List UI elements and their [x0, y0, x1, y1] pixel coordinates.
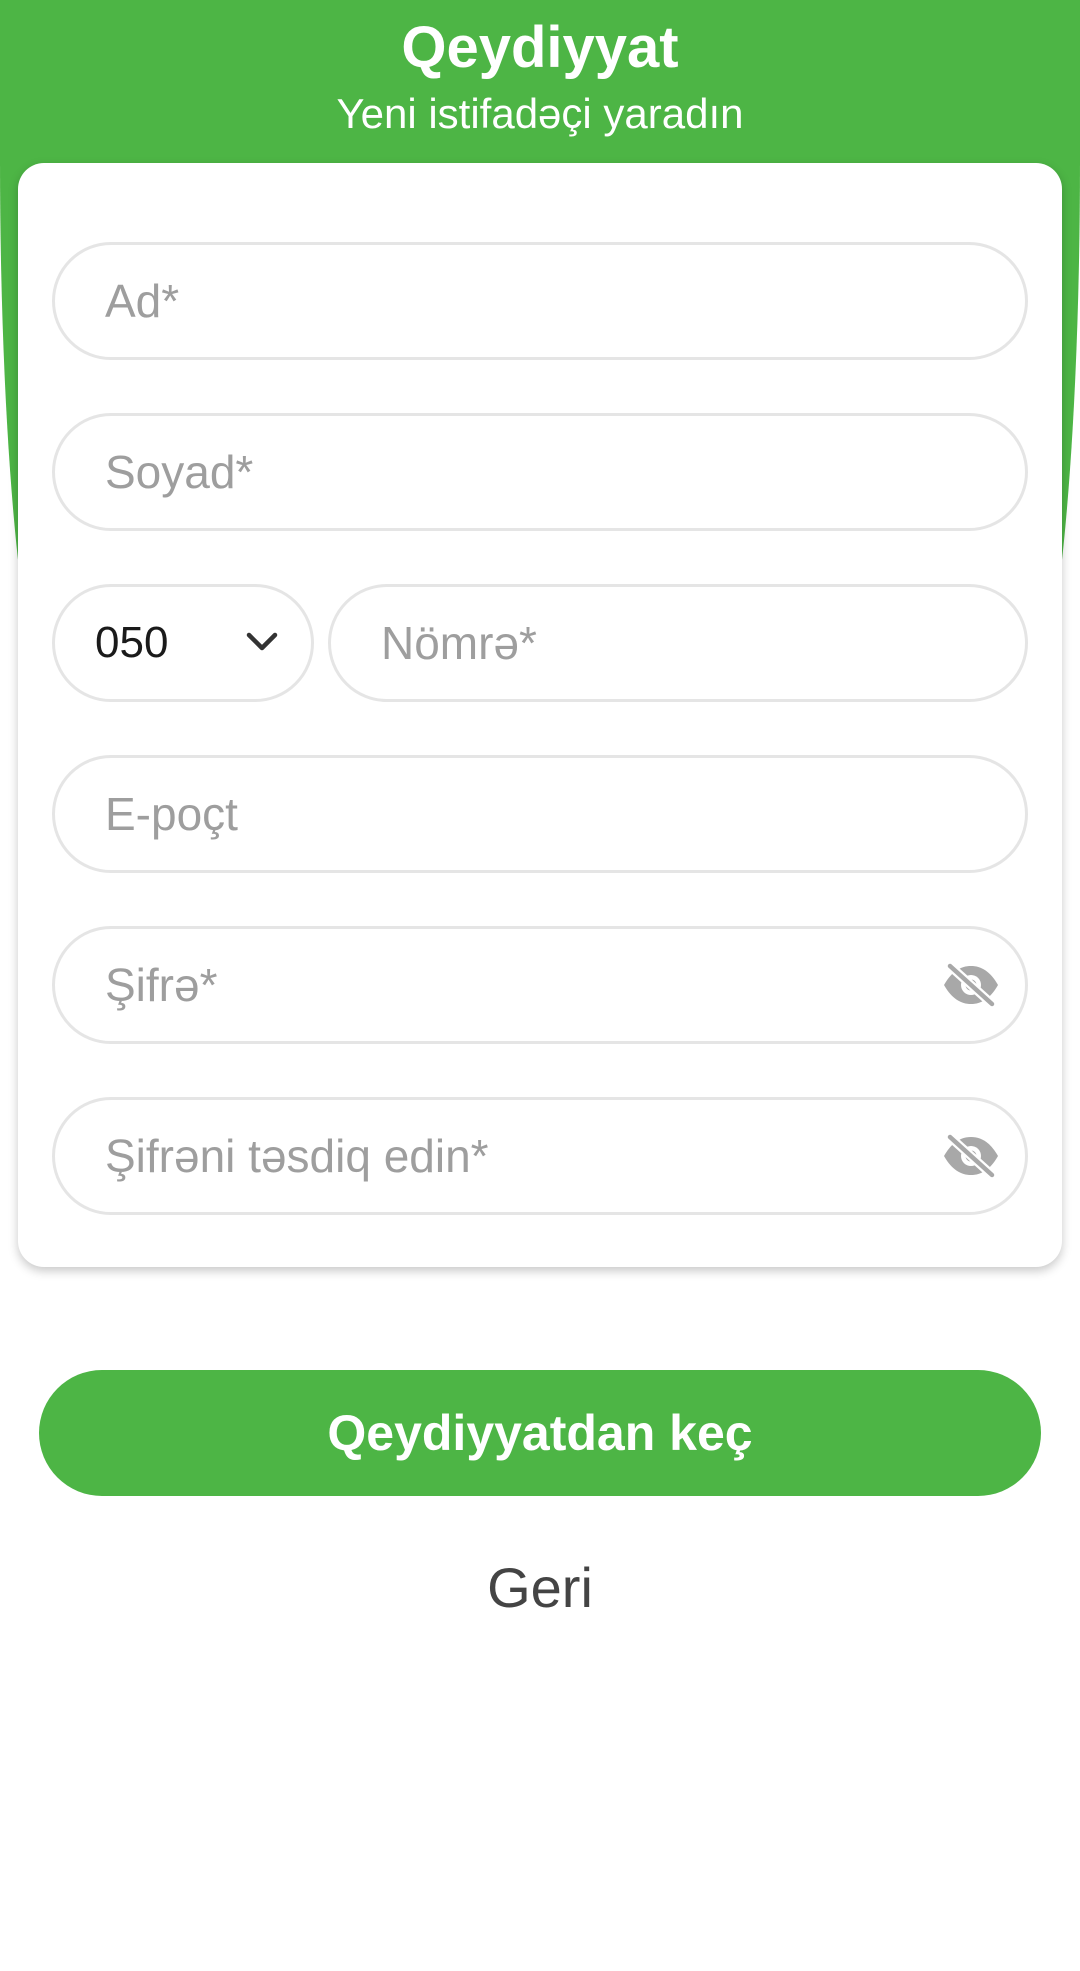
phone-prefix-value: 050 — [95, 618, 169, 667]
last-name-field[interactable] — [52, 413, 1028, 531]
chevron-down-icon — [246, 632, 278, 651]
phone-number-field[interactable] — [328, 584, 1028, 702]
password-input[interactable] — [105, 929, 965, 1041]
password-field[interactable] — [52, 926, 1028, 1044]
email-input[interactable] — [105, 758, 965, 870]
email-field[interactable] — [52, 755, 1028, 873]
eye-off-icon[interactable] — [941, 962, 1001, 1008]
back-link[interactable]: Geri — [0, 1548, 1080, 1628]
phone-number-input[interactable] — [381, 587, 981, 699]
first-name-field[interactable] — [52, 242, 1028, 360]
confirm-password-field[interactable] — [52, 1097, 1028, 1215]
eye-off-icon[interactable] — [941, 1133, 1001, 1179]
register-button[interactable]: Qeydiyyatdan keç — [39, 1370, 1041, 1496]
first-name-input[interactable] — [105, 245, 965, 357]
page-title: Qeydiyyat — [401, 15, 679, 80]
phone-prefix-select[interactable]: 050 — [52, 584, 314, 702]
registration-form-card: 050 — [18, 163, 1062, 1267]
confirm-password-input[interactable] — [105, 1100, 965, 1212]
last-name-input[interactable] — [105, 416, 965, 528]
page-subtitle: Yeni istifadəçi yaradın — [336, 90, 744, 137]
